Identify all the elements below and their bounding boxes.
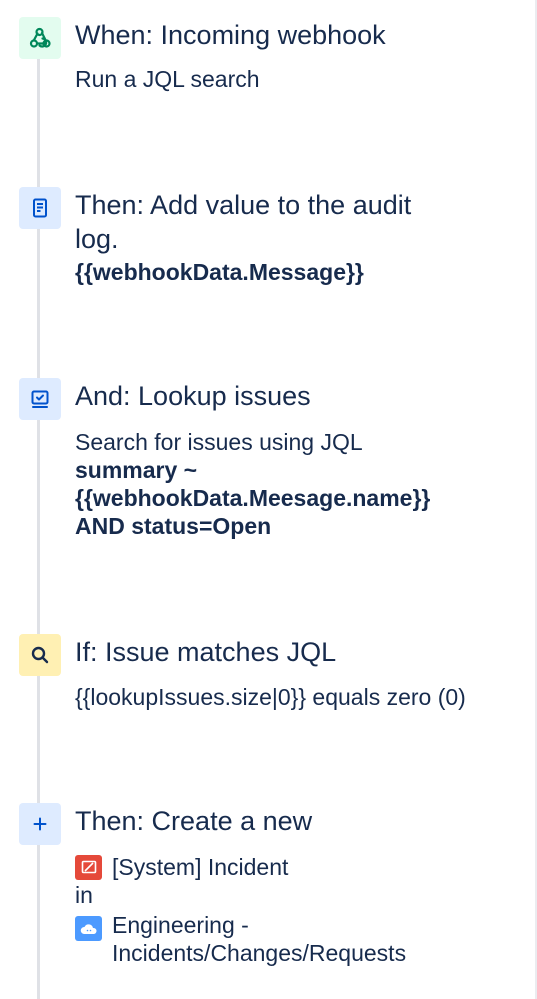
jql-line: summary ~: [75, 457, 198, 483]
webhook-icon: [19, 17, 61, 59]
jql-line: AND status=Open: [75, 513, 272, 539]
lookup-issues-icon: [19, 378, 61, 420]
lookup-issues-details: Search for issues using JQL summary ~ {{…: [75, 428, 525, 540]
rule-component-create-issue[interactable]: Then: Create a new [System] Incident in …: [0, 803, 530, 973]
project-avatar-cloud-icon: [75, 916, 102, 941]
issue-type-label: [System] Incident: [112, 854, 289, 880]
create-issue-details: [System] Incident in Engineering - Incid…: [75, 853, 525, 967]
issue-type-row: [System] Incident: [75, 853, 525, 881]
rule-component-trigger[interactable]: When: Incoming webhook Run a JQL search: [0, 17, 530, 107]
rule-component-lookup-issues[interactable]: And: Lookup issues Search for issues usi…: [0, 378, 530, 548]
lookup-description: Search for issues using JQL: [75, 429, 363, 455]
step-title: If: Issue matches JQL: [75, 637, 337, 667]
project-row: Engineering - Incidents/Changes/Requests: [75, 911, 525, 967]
rule-component-audit-log[interactable]: Then: Add value to the audit log. {{webh…: [0, 187, 530, 297]
project-name: Engineering - Incidents/Changes/Requests: [112, 912, 407, 966]
step-title: When: Incoming webhook: [75, 20, 386, 50]
condition-expression: {{lookupIssues.size|0}} equals zero (0): [75, 684, 466, 710]
incident-issue-type-icon: [75, 854, 102, 880]
jql-line: {{webhookData.Meesage.name}}: [75, 485, 431, 511]
in-label: in: [75, 882, 93, 908]
step-title: Then: Create a new: [75, 806, 313, 836]
step-description: Run a JQL search: [75, 66, 260, 92]
audit-log-icon: [19, 187, 61, 229]
step-title: And: Lookup issues: [75, 381, 311, 411]
step-title: Then: Add value to the audit log.: [75, 190, 412, 254]
audit-log-value: {{webhookData.Message}}: [75, 259, 364, 285]
plus-icon: [19, 803, 61, 845]
search-icon: [19, 634, 61, 676]
rule-component-condition[interactable]: If: Issue matches JQL {{lookupIssues.siz…: [0, 634, 530, 724]
